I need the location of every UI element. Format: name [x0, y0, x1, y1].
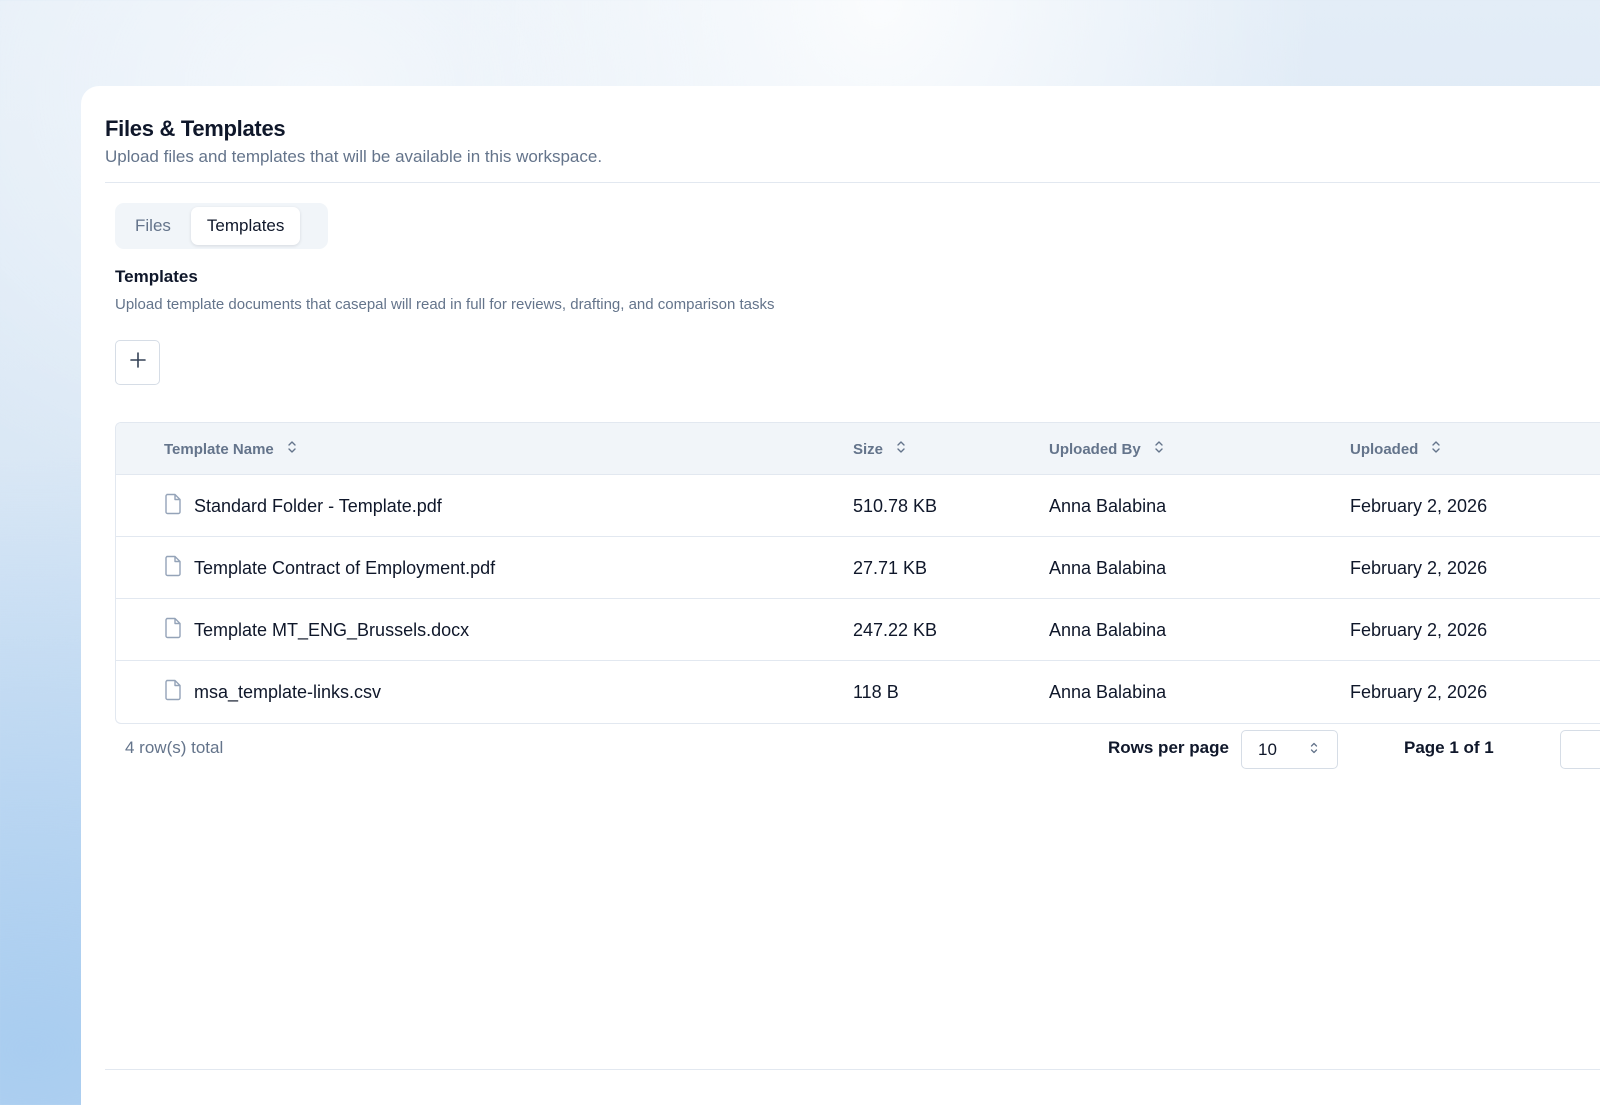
- plus-icon: [129, 351, 147, 374]
- file-size: 118 B: [853, 681, 899, 702]
- table-row[interactable]: msa_template-links.csv 118 B Anna Balabi…: [116, 661, 1600, 723]
- section-title: Templates: [115, 267, 198, 286]
- column-header-size[interactable]: Size: [853, 423, 907, 475]
- tab-templates[interactable]: Templates: [190, 207, 301, 245]
- table-row[interactable]: Template Contract of Employment.pdf 27.7…: [116, 537, 1600, 599]
- column-header-uploaded[interactable]: Uploaded: [1350, 423, 1442, 475]
- sort-icon: [1153, 439, 1165, 459]
- uploaded-by: Anna Balabina: [1049, 495, 1167, 516]
- rows-per-page-value: 10: [1258, 739, 1277, 759]
- uploaded-date: February 2, 2026: [1350, 681, 1488, 702]
- template-name[interactable]: Standard Folder - Template.pdf: [194, 496, 442, 517]
- first-page-button[interactable]: [1560, 730, 1600, 769]
- header-divider: [105, 182, 1600, 183]
- tab-files[interactable]: Files: [119, 207, 187, 245]
- file-size: 27.71 KB: [853, 557, 928, 578]
- table-header: Template Name Size Uploaded By Uploaded: [116, 423, 1600, 475]
- footer-divider: [105, 1069, 1600, 1070]
- page-info: Page 1 of 1: [1404, 738, 1494, 757]
- chevron-up-down-icon: [1309, 740, 1319, 760]
- tab-list: Files Templates: [115, 203, 328, 249]
- add-template-button[interactable]: [115, 340, 160, 385]
- uploaded-by: Anna Balabina: [1049, 557, 1167, 578]
- file-icon: [164, 617, 182, 644]
- sort-icon: [895, 439, 907, 459]
- template-name[interactable]: Template MT_ENG_Brussels.docx: [194, 620, 469, 641]
- sort-icon: [1430, 439, 1442, 459]
- column-header-template-name[interactable]: Template Name: [164, 423, 298, 475]
- template-name[interactable]: Template Contract of Employment.pdf: [194, 558, 495, 579]
- page-subtitle: Upload files and templates that will be …: [105, 147, 603, 166]
- uploaded-date: February 2, 2026: [1350, 557, 1488, 578]
- file-icon: [164, 555, 182, 582]
- row-count: 4 row(s) total: [125, 738, 224, 757]
- uploaded-date: February 2, 2026: [1350, 495, 1488, 516]
- file-size: 247.22 KB: [853, 619, 938, 640]
- file-icon: [164, 493, 182, 520]
- section-description: Upload template documents that casepal w…: [115, 296, 775, 313]
- file-size: 510.78 KB: [853, 495, 938, 516]
- uploaded-by: Anna Balabina: [1049, 681, 1167, 702]
- sort-icon: [286, 439, 298, 459]
- table-row[interactable]: Template MT_ENG_Brussels.docx 247.22 KB …: [116, 599, 1600, 661]
- template-name[interactable]: msa_template-links.csv: [194, 682, 381, 703]
- templates-table: Template Name Size Uploaded By Uploaded …: [115, 422, 1600, 724]
- uploaded-by: Anna Balabina: [1049, 619, 1167, 640]
- main-panel: Files & Templates Upload files and templ…: [81, 86, 1600, 1105]
- table-row[interactable]: Standard Folder - Template.pdf 510.78 KB…: [116, 475, 1600, 537]
- uploaded-date: February 2, 2026: [1350, 619, 1488, 640]
- rows-per-page-select[interactable]: 10: [1241, 730, 1338, 769]
- page-title: Files & Templates: [105, 116, 286, 141]
- column-header-uploaded-by[interactable]: Uploaded By: [1049, 423, 1165, 475]
- rows-per-page-label: Rows per page: [1108, 738, 1229, 757]
- file-icon: [164, 679, 182, 706]
